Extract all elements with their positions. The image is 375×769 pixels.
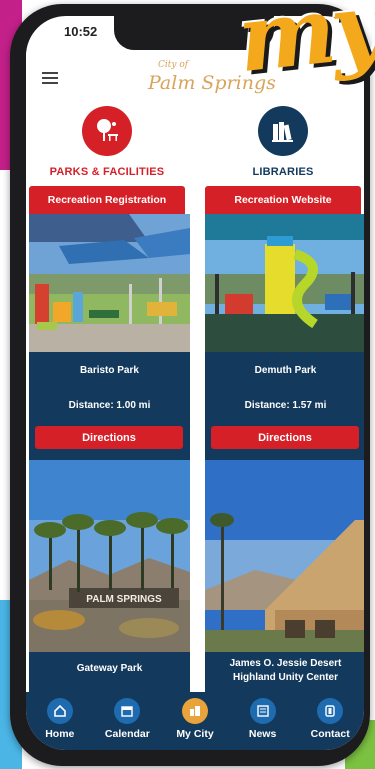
contact-icon (317, 698, 344, 724)
home-icon (46, 698, 73, 724)
category-libraries[interactable]: LIBRARIES (202, 106, 364, 178)
park-bench-tree-icon (82, 106, 132, 156)
nav-my-city-label: My City (176, 728, 214, 740)
my-city-icon (181, 698, 208, 724)
park-name: Gateway Park (76, 663, 143, 674)
park-name: James O. Jessie Desert Highland Unity Ce… (229, 658, 342, 683)
park-card-jessie[interactable]: James O. Jessie Desert Highland Unity Ce… (205, 460, 364, 692)
news-icon (249, 698, 276, 724)
park-card-demuth[interactable]: Demuth Park Distance: 1.57 mi Directions (205, 214, 364, 460)
park-photo (205, 460, 364, 652)
promo-my-lettering: my (232, 0, 375, 94)
status-time: 10:52 (64, 24, 98, 39)
logo-top-text: City of (158, 60, 189, 70)
park-photo: PALM SPRINGS (29, 460, 190, 652)
nav-home[interactable]: Home (28, 698, 92, 740)
nav-calendar[interactable]: Calendar (95, 698, 159, 740)
category-libraries-label: LIBRARIES (252, 166, 314, 178)
park-photo (29, 214, 190, 352)
recreation-registration-button[interactable]: Recreation Registration (29, 186, 185, 214)
park-photo (205, 214, 364, 352)
park-name: Baristo Park (80, 365, 139, 376)
park-distance: Distance: 1.00 mi (68, 399, 151, 411)
bottom-navigation: Home Calendar My City News Contact (26, 692, 364, 750)
palm-springs-sign: PALM SPRINGS (86, 594, 162, 605)
phone-frame: 10:52 City of Palm Springs PARKS & FACIL… (10, 4, 370, 766)
recreation-website-button[interactable]: Recreation Website (205, 186, 361, 214)
app-screen: 10:52 City of Palm Springs PARKS & FACIL… (26, 16, 364, 750)
park-distance: Distance: 1.57 mi (244, 399, 327, 411)
park-name: Demuth Park (254, 365, 317, 376)
nav-contact[interactable]: Contact (298, 698, 362, 740)
library-books-icon (258, 106, 308, 156)
nav-contact-label: Contact (310, 728, 350, 740)
directions-button[interactable]: Directions (211, 426, 359, 449)
nav-calendar-label: Calendar (104, 728, 150, 740)
park-card-gateway[interactable]: PALM SPRINGS Gateway Park (29, 460, 190, 692)
park-card-baristo[interactable]: Baristo Park Distance: 1.00 mi Direction… (29, 214, 190, 460)
nav-news[interactable]: News (231, 698, 295, 740)
directions-button[interactable]: Directions (35, 426, 183, 449)
nav-home-label: Home (45, 728, 75, 740)
category-parks-label: PARKS & FACILITIES (49, 166, 165, 178)
calendar-icon (114, 698, 141, 724)
city-logo: City of Palm Springs (148, 60, 276, 96)
nav-news-label: News (248, 728, 277, 740)
category-parks[interactable]: PARKS & FACILITIES (26, 106, 188, 178)
nav-my-city[interactable]: My City (163, 698, 227, 740)
hamburger-menu-icon[interactable] (42, 72, 58, 84)
